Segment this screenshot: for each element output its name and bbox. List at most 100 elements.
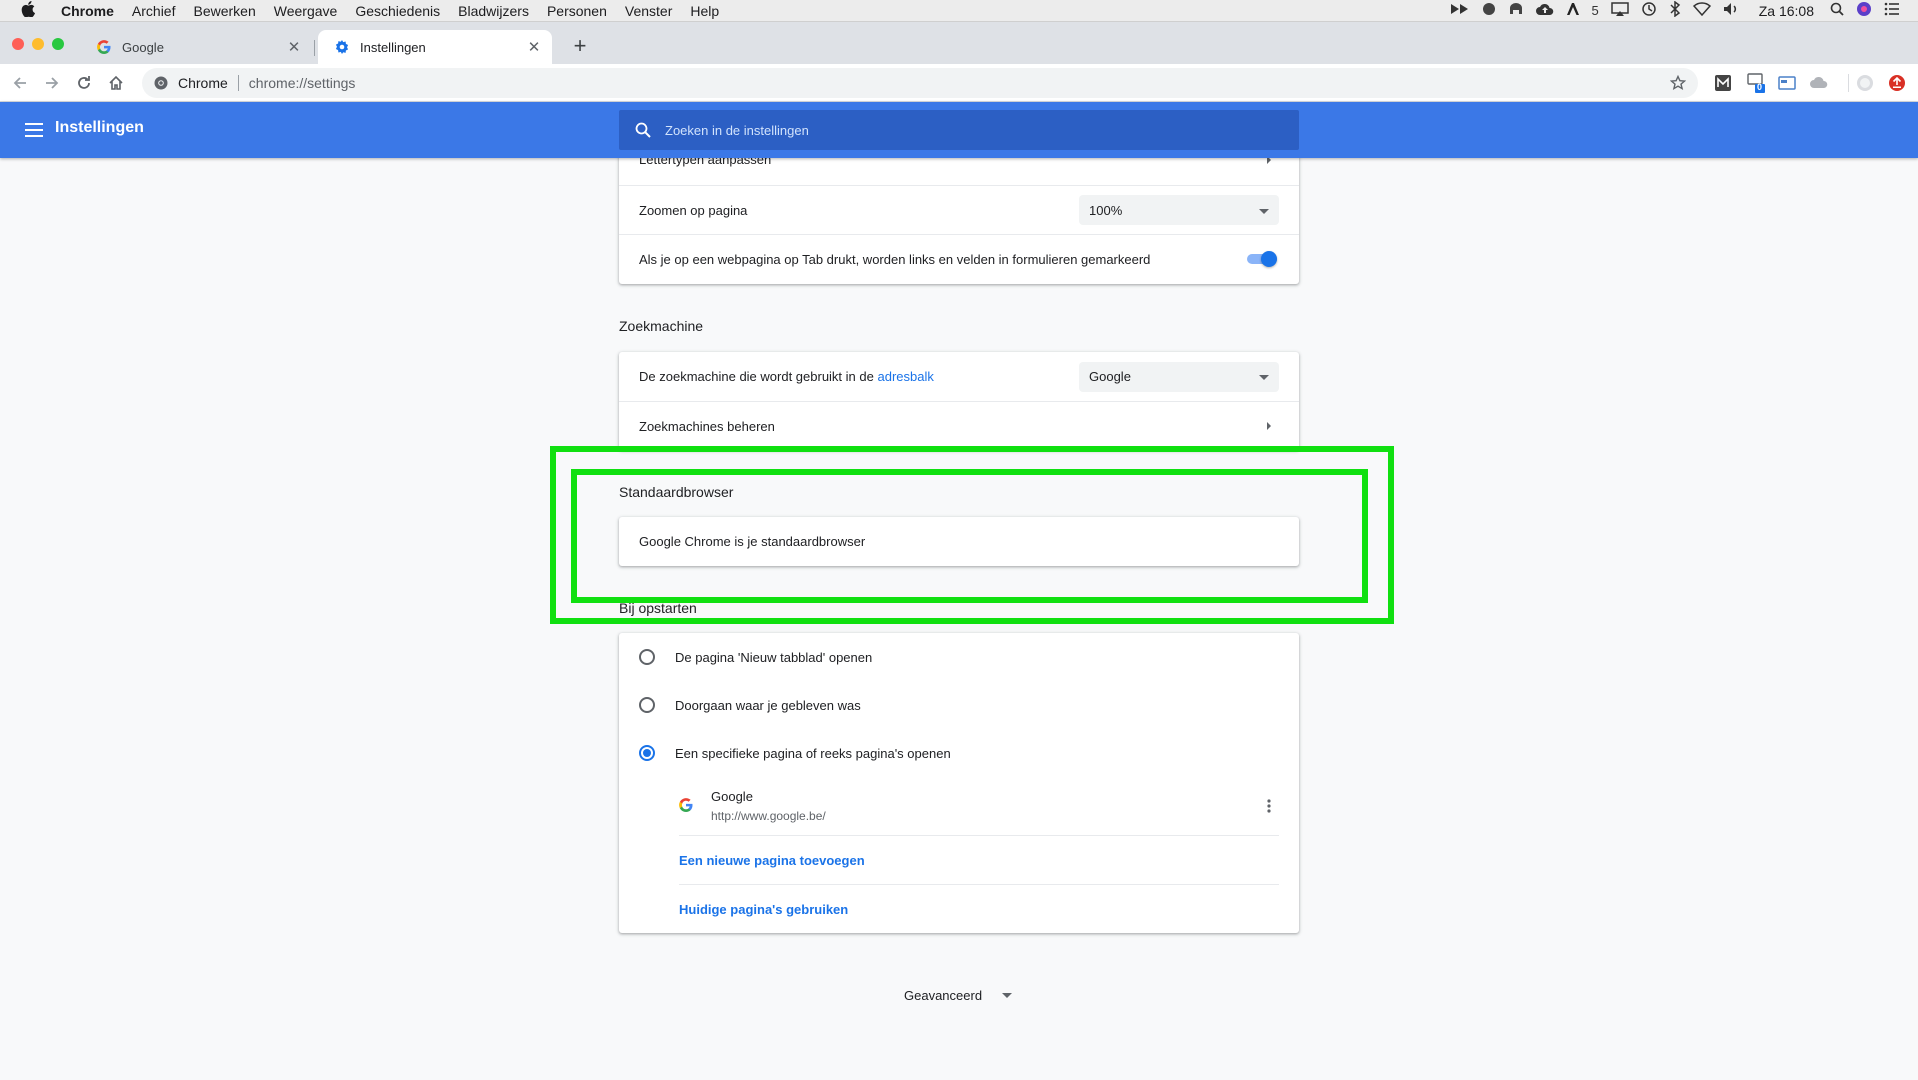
- manage-search-engines-row[interactable]: Zoekmachines beheren: [619, 401, 1299, 450]
- window-close-button[interactable]: [12, 38, 24, 50]
- search-engine-section-title: Zoekmachine: [619, 318, 704, 334]
- bookmark-star-icon[interactable]: [1670, 75, 1686, 91]
- add-new-page-link[interactable]: Een nieuwe pagina toevoegen: [679, 835, 1279, 884]
- manage-search-engines-label: Zoekmachines beheren: [639, 418, 775, 434]
- reload-button[interactable]: [68, 67, 100, 99]
- zoom-select[interactable]: 100%: [1079, 195, 1279, 225]
- menu-app-chrome[interactable]: Chrome: [52, 3, 123, 19]
- use-current-pages-link[interactable]: Huidige pagina's gebruiken: [679, 884, 1279, 933]
- default-browser-status: Google Chrome is je standaardbrowser: [639, 534, 866, 549]
- search-engine-row: De zoekmachine die wordt gebruikt in de …: [619, 352, 1299, 401]
- dropdown-arrow-icon: [1259, 369, 1269, 384]
- tab-separator: [314, 40, 315, 56]
- menu-bar-tray: 5 Za 16:08: [1444, 0, 1918, 20]
- radio-button-selected[interactable]: [639, 745, 655, 761]
- extension-badge-count: 0: [1757, 82, 1763, 92]
- tab-close-icon[interactable]: ✕: [522, 38, 546, 56]
- forward-button[interactable]: [36, 67, 68, 99]
- menu-help[interactable]: Help: [681, 3, 728, 19]
- hamburger-menu-icon[interactable]: [22, 118, 46, 142]
- window-zoom-button[interactable]: [52, 38, 64, 50]
- siri-icon[interactable]: [1856, 1, 1872, 20]
- adresbalk-link[interactable]: adresbalk: [877, 369, 933, 384]
- tab-instellingen[interactable]: Instellingen ✕: [318, 30, 552, 64]
- zoom-value: 100%: [1089, 202, 1123, 218]
- menu-geschiedenis[interactable]: Geschiedenis: [346, 3, 449, 19]
- tab-close-icon[interactable]: ✕: [282, 38, 306, 56]
- update-available-icon[interactable]: [1888, 74, 1906, 92]
- extension-cloud-icon[interactable]: [1810, 74, 1828, 92]
- radio-button[interactable]: [639, 697, 655, 713]
- settings-search-box[interactable]: [619, 110, 1299, 150]
- startup-page-text: Google http://www.google.be/: [711, 789, 1259, 823]
- extension-tabs-icon[interactable]: 0: [1746, 72, 1766, 94]
- toolbar-divider: [1848, 74, 1849, 92]
- menu-bewerken[interactable]: Bewerken: [184, 3, 264, 19]
- window-minimize-button[interactable]: [32, 38, 44, 50]
- tab-title: Google: [122, 39, 164, 55]
- startup-option-continue[interactable]: Doorgaan waar je gebleven was: [619, 681, 1299, 729]
- profile-avatar-icon[interactable]: [1856, 74, 1874, 92]
- radio-label: De pagina 'Nieuw tabblad' openen: [675, 649, 873, 665]
- search-engine-select[interactable]: Google: [1079, 361, 1279, 392]
- radio-label: Doorgaan waar je gebleven was: [675, 697, 861, 713]
- apple-menu-icon[interactable]: [18, 0, 38, 21]
- volume-icon[interactable]: [1723, 2, 1739, 19]
- settings-search-input[interactable]: [665, 122, 1299, 138]
- cloud-upload-icon[interactable]: [1535, 2, 1554, 19]
- spotlight-search-icon[interactable]: [1830, 2, 1844, 19]
- address-divider: [237, 75, 239, 91]
- default-browser-row: Google Chrome is je standaardbrowser: [619, 517, 1299, 566]
- search-engine-label-wrap: De zoekmachine die wordt gebruikt in de …: [639, 369, 1079, 384]
- airplay-icon[interactable]: [1610, 2, 1629, 19]
- zoom-row: Zoomen op pagina 100%: [619, 185, 1299, 234]
- search-engine-label: De zoekmachine die wordt gebruikt in de: [639, 369, 874, 384]
- chevron-down-icon: [1002, 992, 1013, 999]
- menu-bar-clock[interactable]: Za 16:08: [1759, 3, 1814, 19]
- startup-page-name: Google: [711, 789, 753, 804]
- new-tab-button[interactable]: +: [566, 32, 594, 60]
- settings-header: Instellingen: [0, 102, 1918, 158]
- arrow-right-icon: [1259, 421, 1279, 431]
- adobe-icon[interactable]: [1566, 2, 1580, 19]
- extension-window-icon[interactable]: [1778, 74, 1796, 92]
- browser-toolbar: Chrome chrome://settings 0: [0, 64, 1918, 102]
- search-engine-value: Google: [1089, 369, 1131, 384]
- extension-m-icon[interactable]: [1714, 74, 1732, 92]
- tab-highlight-toggle[interactable]: [1245, 249, 1279, 269]
- toggle-knob: [1261, 251, 1277, 267]
- menu-weergave[interactable]: Weergave: [265, 3, 347, 19]
- address-url[interactable]: chrome://settings: [249, 75, 356, 91]
- tab-highlight-row: Als je op een webpagina op Tab drukt, wo…: [619, 234, 1299, 283]
- tab-title: Instellingen: [360, 39, 426, 55]
- startup-option-new-tab[interactable]: De pagina 'Nieuw tabblad' openen: [619, 633, 1299, 681]
- notification-center-icon[interactable]: [1884, 2, 1900, 19]
- chrome-site-icon[interactable]: [152, 74, 170, 92]
- fast-forward-icon[interactable]: [1450, 2, 1470, 19]
- time-machine-icon[interactable]: [1641, 1, 1657, 20]
- menu-bladwijzers[interactable]: Bladwijzers: [449, 3, 538, 19]
- elephant-icon[interactable]: [1508, 2, 1524, 19]
- back-button[interactable]: [4, 67, 36, 99]
- menu-personen[interactable]: Personen: [538, 3, 616, 19]
- zoom-label: Zoomen op pagina: [639, 202, 748, 218]
- evernote-icon[interactable]: [1482, 2, 1496, 19]
- address-bar[interactable]: Chrome chrome://settings: [142, 68, 1698, 98]
- startup-card: De pagina 'Nieuw tabblad' openen Doorgaa…: [619, 633, 1299, 933]
- menu-venster[interactable]: Venster: [616, 3, 681, 19]
- wifi-icon[interactable]: [1692, 2, 1711, 19]
- menu-archief[interactable]: Archief: [123, 3, 185, 19]
- radio-button[interactable]: [639, 649, 655, 665]
- more-vert-icon[interactable]: [1259, 799, 1279, 813]
- address-site-label: Chrome: [178, 75, 228, 91]
- search-engine-card: De zoekmachine die wordt gebruikt in de …: [619, 352, 1299, 450]
- bluetooth-icon[interactable]: [1669, 0, 1681, 20]
- tray-count: 5: [1591, 3, 1599, 18]
- advanced-toggle[interactable]: Geavanceerd: [904, 988, 1013, 1003]
- home-button[interactable]: [100, 67, 132, 99]
- tab-strip: Google ✕ Instellingen ✕ +: [0, 22, 1918, 64]
- tab-google[interactable]: Google ✕: [80, 30, 312, 64]
- radio-label: Een specifieke pagina of reeks pagina's …: [675, 745, 951, 761]
- default-browser-card: Google Chrome is je standaardbrowser: [619, 517, 1299, 566]
- startup-option-specific-pages[interactable]: Een specifieke pagina of reeks pagina's …: [619, 729, 1299, 777]
